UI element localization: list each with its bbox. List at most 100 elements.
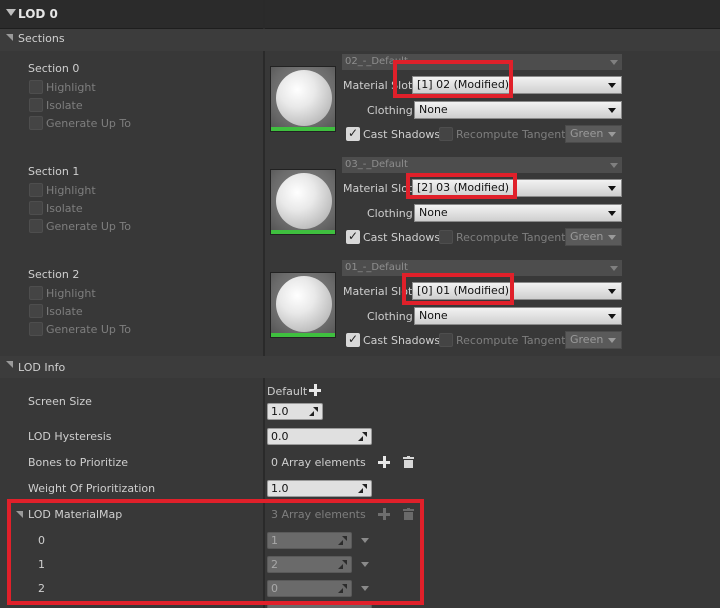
sections-label: Sections [18,32,65,45]
lod-info-label: LOD Info [18,361,66,374]
chevron-down-icon [608,186,616,191]
generate-up-to-label: Generate Up To [46,323,131,336]
material-thumbnail[interactable] [270,272,336,338]
chevron-down-icon [608,314,616,319]
cast-shadows-label: Cast Shadows [363,231,441,244]
clothing-label: Clothing [367,310,413,323]
expand-arrow-icon[interactable] [6,361,13,368]
slot-name-value: 03_-_Default [345,159,408,170]
vertex-color-value: Green [570,230,604,243]
chevron-down-icon [610,60,618,65]
recompute-tangent-checkbox[interactable] [439,127,453,141]
weight-of-prioritization-label: Weight Of Prioritization [28,482,156,495]
add-icon[interactable] [309,384,321,396]
slot-name-value: 02_-_Default [345,56,408,67]
resize-handle-icon[interactable] [338,560,348,570]
bones-to-prioritize-label: Bones to Prioritize [28,456,129,469]
material-slot-value: [1] 02 (Modified) [417,78,510,91]
material-slot-label: Material Slot [343,79,413,92]
expand-arrow-icon[interactable] [6,34,13,41]
vertex-color-value: Green [570,333,604,346]
materialmap-index: 0 [38,534,45,547]
add-element-icon[interactable] [378,456,390,468]
lod-hysteresis-value: 0.0 [271,430,289,443]
trash-icon[interactable] [403,456,414,468]
materialmap-value-input[interactable]: 0 [267,580,352,597]
lod-hysteresis-input[interactable]: 0.0 [267,428,372,445]
clothing-dropdown[interactable]: None [414,204,622,222]
recompute-tangent-checkbox[interactable] [439,230,453,244]
isolate-label: Isolate [46,99,83,112]
materialmap-value: 0 [271,582,278,595]
material-thumbnail[interactable] [270,66,336,132]
highlight-label: Highlight [46,81,96,94]
clothing-dropdown[interactable]: None [414,307,622,325]
weight-of-prioritization-input[interactable]: 1.0 [267,480,372,497]
element-options-icon[interactable] [361,538,369,543]
highlight-checkbox[interactable] [29,80,43,94]
resize-handle-icon[interactable] [358,432,368,442]
cast-shadows-checkbox[interactable] [346,126,360,141]
materialmap-index: 1 [38,558,45,571]
highlight-checkbox[interactable] [29,183,43,197]
column-splitter[interactable] [263,0,265,608]
generate-up-to-checkbox[interactable] [29,322,43,336]
recompute-tangent-checkbox[interactable] [439,333,453,347]
lod-hysteresis-label: LOD Hysteresis [28,430,112,443]
resize-handle-icon[interactable] [338,536,348,546]
vertex-color-dropdown[interactable]: Green [565,331,622,349]
trash-icon[interactable] [403,508,414,520]
sphere-preview-icon [276,173,332,229]
chevron-down-icon [610,163,618,168]
cast-shadows-checkbox[interactable] [346,229,360,244]
lod-header[interactable]: LOD 0 [0,0,720,29]
screen-size-input[interactable]: 1.0 [267,403,323,420]
chevron-down-icon [608,338,616,343]
resize-handle-icon[interactable] [309,407,319,417]
material-thumbnail[interactable] [270,169,336,235]
vertex-color-dropdown[interactable]: Green [565,125,622,143]
isolate-checkbox[interactable] [29,304,43,318]
clothing-label: Clothing [367,104,413,117]
slot-name-dropdown[interactable]: 03_-_Default [342,157,622,173]
weight-of-prioritization-value: 1.0 [271,482,289,495]
clothing-dropdown[interactable]: None [414,101,622,119]
sphere-preview-icon [276,70,332,126]
cast-shadows-checkbox[interactable] [346,332,360,347]
chevron-down-icon [608,132,616,137]
resize-handle-icon[interactable] [338,584,348,594]
expand-arrow-icon[interactable] [16,511,23,518]
generate-up-to-label: Generate Up To [46,117,131,130]
material-slot-dropdown[interactable]: [2] 03 (Modified) [412,179,622,197]
sections-category[interactable]: Sections [0,29,720,51]
slot-name-dropdown[interactable]: 02_-_Default [342,54,622,70]
material-slot-dropdown[interactable]: [0] 01 (Modified) [412,282,622,300]
material-slot-dropdown[interactable]: [1] 02 (Modified) [412,76,622,94]
material-slot-value: [0] 01 (Modified) [417,284,510,297]
vertex-color-value: Green [570,127,604,140]
element-options-icon[interactable] [361,562,369,567]
isolate-checkbox[interactable] [29,201,43,215]
clothing-value: None [419,309,448,322]
vertex-color-dropdown[interactable]: Green [565,228,622,246]
lod-title: LOD 0 [18,7,58,21]
collapse-arrow-icon[interactable] [6,9,16,16]
add-element-icon[interactable] [378,508,390,520]
lod-info-category[interactable]: LOD Info [0,356,720,378]
chevron-down-icon [608,289,616,294]
isolate-checkbox[interactable] [29,98,43,112]
slot-name-dropdown[interactable]: 01_-_Default [342,260,622,276]
resize-handle-icon[interactable] [358,484,368,494]
chevron-down-icon [608,235,616,240]
highlight-checkbox[interactable] [29,286,43,300]
generate-up-to-checkbox[interactable] [29,116,43,130]
generate-up-to-checkbox[interactable] [29,219,43,233]
materialmap-value-input[interactable]: 2 [267,556,352,573]
clothing-value: None [419,206,448,219]
material-slot-label: Material Slot [343,285,413,298]
materialmap-value-input[interactable]: 1 [267,532,352,549]
materialmap-value: 2 [271,558,278,571]
partial-input[interactable] [267,604,372,608]
element-options-icon[interactable] [361,586,369,591]
section-title: Section 2 [28,268,80,281]
